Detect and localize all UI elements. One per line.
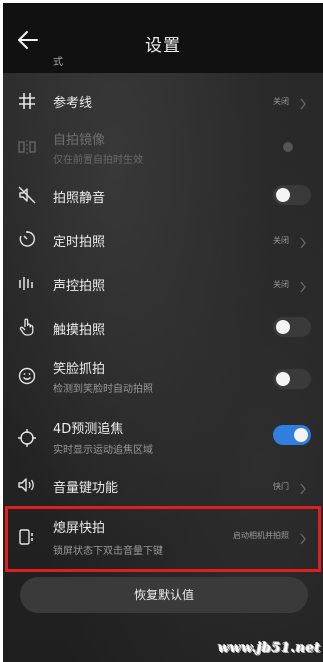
- highlight-box: [5, 506, 321, 572]
- predictive-focus-toggle[interactable]: [273, 425, 311, 445]
- setting-subtitle: 仅在前置自拍时生效: [53, 155, 143, 166]
- shutter-mute-toggle[interactable]: [273, 185, 311, 205]
- setting-row-smile-capture[interactable]: 笑脸抓拍 检测到笑脸时自动拍照: [3, 349, 323, 403]
- setting-row-selfie-mirror: 自拍镜像 仅在前置自拍时生效: [3, 121, 323, 173]
- setting-row-predictive-focus[interactable]: 4D预测追焦 实时显示运动追焦区域: [3, 411, 323, 465]
- touch-hand-icon: [17, 317, 37, 337]
- chevron-right-icon: [299, 234, 307, 249]
- setting-row-touch-capture[interactable]: 触摸拍照: [3, 305, 323, 349]
- setting-row-grid[interactable]: 参考线 关闭: [3, 81, 323, 121]
- volume-icon: [17, 475, 37, 495]
- setting-label: 拍照静音: [53, 191, 106, 206]
- toggle-knob: [294, 428, 308, 442]
- setting-label: 自拍镜像: [53, 133, 106, 148]
- grid-icon: [17, 91, 37, 111]
- clipped-row-text: 式: [53, 57, 63, 68]
- mirror-icon: [17, 137, 37, 157]
- timer-icon: [17, 229, 37, 249]
- chevron-right-icon: [299, 480, 307, 495]
- mute-icon: [17, 185, 37, 205]
- setting-subtitle: 检测到笑脸时自动拍照: [53, 384, 153, 395]
- chevron-right-icon: [299, 278, 307, 293]
- setting-label: 音量键功能: [53, 481, 119, 496]
- smile-icon: [17, 366, 37, 386]
- setting-value: 关闭: [273, 280, 289, 289]
- setting-subtitle: 实时显示运动追焦区域: [53, 445, 153, 456]
- setting-row-volume-key[interactable]: 音量键功能 快门: [3, 465, 323, 505]
- smile-capture-toggle[interactable]: [273, 369, 311, 389]
- toggle-knob: [276, 320, 290, 334]
- page-title: 设置: [145, 36, 181, 56]
- settings-screen: 设置 式 参考线 关闭 自拍镜像 仅在前置自拍时生效 拍照静音 定时拍照 关闭 …: [3, 3, 323, 662]
- audio-bars-icon: [17, 273, 37, 293]
- top-bar: 设置 式: [3, 3, 323, 73]
- setting-row-voice-capture[interactable]: 声控拍照 关闭: [3, 261, 323, 305]
- setting-row-shutter-mute[interactable]: 拍照静音: [3, 173, 323, 217]
- setting-label: 声控拍照: [53, 279, 106, 294]
- setting-label: 定时拍照: [53, 235, 106, 250]
- setting-value: 快门: [273, 482, 289, 491]
- setting-label: 触摸拍照: [53, 323, 106, 338]
- watermark: www.jb51.net: [218, 641, 321, 656]
- setting-value: 关闭: [273, 97, 289, 106]
- setting-row-timer[interactable]: 定时拍照 关闭: [3, 217, 323, 261]
- toggle-knob: [276, 188, 290, 202]
- toggle-knob: [276, 372, 290, 386]
- touch-capture-toggle[interactable]: [273, 317, 311, 337]
- focus-target-icon: [17, 428, 37, 448]
- chevron-right-icon: [299, 95, 307, 110]
- setting-value: 关闭: [273, 236, 289, 245]
- setting-label: 4D预测追焦: [53, 422, 124, 437]
- setting-label: 参考线: [53, 96, 93, 111]
- restore-defaults-button[interactable]: 恢复默认值: [20, 577, 308, 613]
- setting-label: 笑脸抓拍: [53, 362, 106, 377]
- disabled-toggle: [283, 142, 293, 152]
